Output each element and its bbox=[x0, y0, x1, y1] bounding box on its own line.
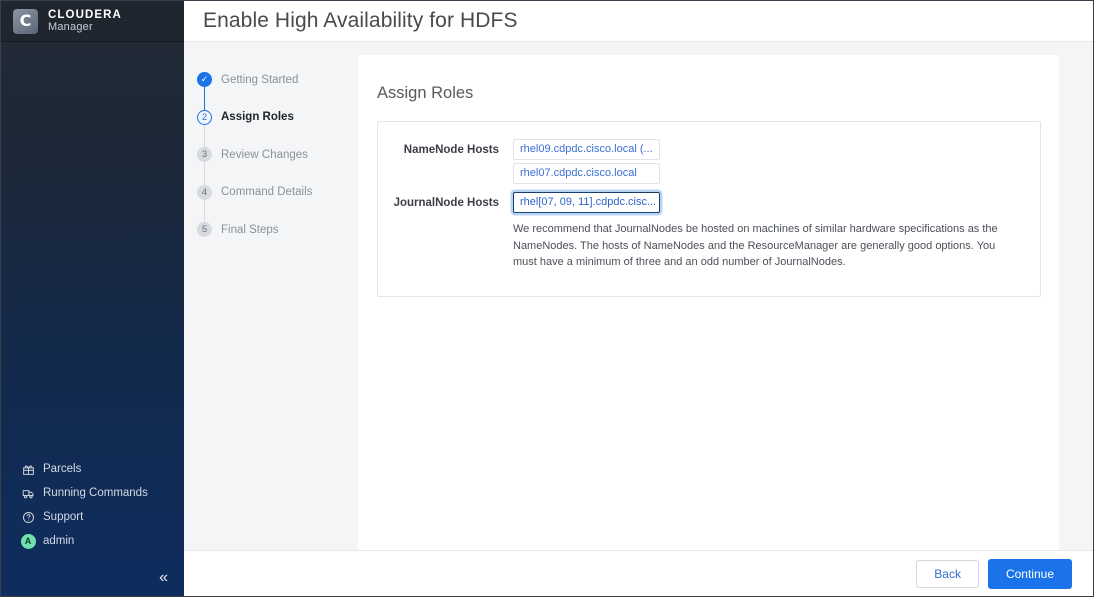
cloudera-logo-icon: C bbox=[13, 8, 38, 34]
wizard-footer: Back Continue bbox=[184, 550, 1093, 596]
namenode-hosts-fields: rhel09.cdpdc.cisco.local (... rhel07.cdp… bbox=[513, 139, 1040, 187]
journalnode-hosts-fields: rhel[07, 09, 11].cdpdc.cisc... We recomm… bbox=[513, 192, 1040, 271]
form-row-namenode-hosts: NameNode Hosts rhel09.cdpdc.cisco.local … bbox=[378, 139, 1040, 187]
wizard-step-command-details[interactable]: 4 Command Details bbox=[197, 174, 358, 212]
brand-text: CLOUDERA Manager bbox=[48, 9, 122, 34]
journalnode-help-text: We recommend that JournalNodes be hosted… bbox=[513, 223, 998, 268]
namenode-hosts-label: NameNode Hosts bbox=[403, 144, 499, 156]
sidebar-item-admin[interactable]: A admin bbox=[1, 529, 184, 553]
wizard-steps-list: ✓ Getting Started 2 Assign Roles 3 Revie… bbox=[184, 61, 358, 249]
wizard-step-label: Command Details bbox=[221, 186, 313, 199]
form-row-journalnode-hosts: JournalNode Hosts rhel[07, 09, 11].cdpdc… bbox=[378, 192, 1040, 271]
wizard-step-label: Final Steps bbox=[221, 223, 279, 236]
content-card: Assign Roles NameNode Hosts rhel09.cdpdc… bbox=[358, 55, 1059, 550]
sidebar-item-parcels[interactable]: Parcels bbox=[1, 457, 184, 481]
journalnode-host-field[interactable]: rhel[07, 09, 11].cdpdc.cisc... bbox=[513, 192, 660, 213]
support-icon bbox=[20, 509, 36, 525]
wizard-step-review-changes[interactable]: 3 Review Changes bbox=[197, 136, 358, 174]
step-indicator-number: 5 bbox=[197, 222, 212, 238]
sidebar-item-label: admin bbox=[43, 535, 75, 547]
wizard-steps-panel: ✓ Getting Started 2 Assign Roles 3 Revie… bbox=[184, 42, 358, 550]
page-title: Enable High Availability for HDFS bbox=[203, 9, 518, 32]
wizard-step-label: Getting Started bbox=[221, 73, 299, 86]
back-button[interactable]: Back bbox=[916, 559, 979, 588]
application-window: C CLOUDERA Manager Parcels Running Comma… bbox=[0, 0, 1094, 597]
top-header-bar: Enable High Availability for HDFS bbox=[184, 1, 1093, 42]
sidebar-item-label: Running Commands bbox=[43, 487, 148, 499]
journalnode-hosts-label: JournalNode Hosts bbox=[393, 197, 499, 209]
brand-name: CLOUDERA bbox=[48, 8, 122, 21]
step-indicator-number: 3 bbox=[197, 147, 212, 163]
section-title: Assign Roles bbox=[377, 84, 474, 102]
collapse-sidebar-icon[interactable]: « bbox=[159, 569, 168, 586]
user-avatar-icon: A bbox=[20, 533, 36, 549]
sidebar-item-label: Parcels bbox=[43, 463, 82, 475]
sidebar-item-running-commands[interactable]: Running Commands bbox=[1, 481, 184, 505]
wizard-step-label: Assign Roles bbox=[221, 111, 294, 124]
parcels-icon bbox=[20, 461, 36, 477]
assign-roles-form: NameNode Hosts rhel09.cdpdc.cisco.local … bbox=[377, 121, 1041, 297]
namenode-host-field-1[interactable]: rhel09.cdpdc.cisco.local (... bbox=[513, 139, 660, 160]
step-indicator-number: 4 bbox=[197, 184, 212, 200]
sidebar-nav: Parcels Running Commands Support A admin bbox=[1, 457, 184, 559]
avatar: A bbox=[20, 533, 36, 549]
sidebar: C CLOUDERA Manager Parcels Running Comma… bbox=[1, 1, 184, 596]
running-commands-icon bbox=[20, 485, 36, 501]
sidebar-collapse-row: « bbox=[1, 559, 184, 596]
step-indicator-number: 2 bbox=[197, 109, 212, 125]
body-area: ✓ Getting Started 2 Assign Roles 3 Revie… bbox=[184, 42, 1093, 550]
sidebar-item-label: Support bbox=[43, 511, 84, 523]
wizard-step-label: Review Changes bbox=[221, 148, 308, 161]
wizard-step-getting-started[interactable]: ✓ Getting Started bbox=[197, 61, 358, 99]
sidebar-item-support[interactable]: Support bbox=[1, 505, 184, 529]
step-indicator-check-icon: ✓ bbox=[197, 72, 212, 88]
namenode-host-field-2[interactable]: rhel07.cdpdc.cisco.local bbox=[513, 163, 660, 184]
wizard-step-assign-roles[interactable]: 2 Assign Roles bbox=[197, 99, 358, 137]
cloudera-logo-letter: C bbox=[19, 11, 32, 30]
main-region: Enable High Availability for HDFS ✓ Gett… bbox=[184, 1, 1093, 596]
wizard-step-final-steps[interactable]: 5 Final Steps bbox=[197, 211, 358, 249]
brand-product: Manager bbox=[48, 20, 93, 33]
brand-header[interactable]: C CLOUDERA Manager bbox=[1, 1, 184, 42]
continue-button[interactable]: Continue bbox=[987, 558, 1072, 589]
